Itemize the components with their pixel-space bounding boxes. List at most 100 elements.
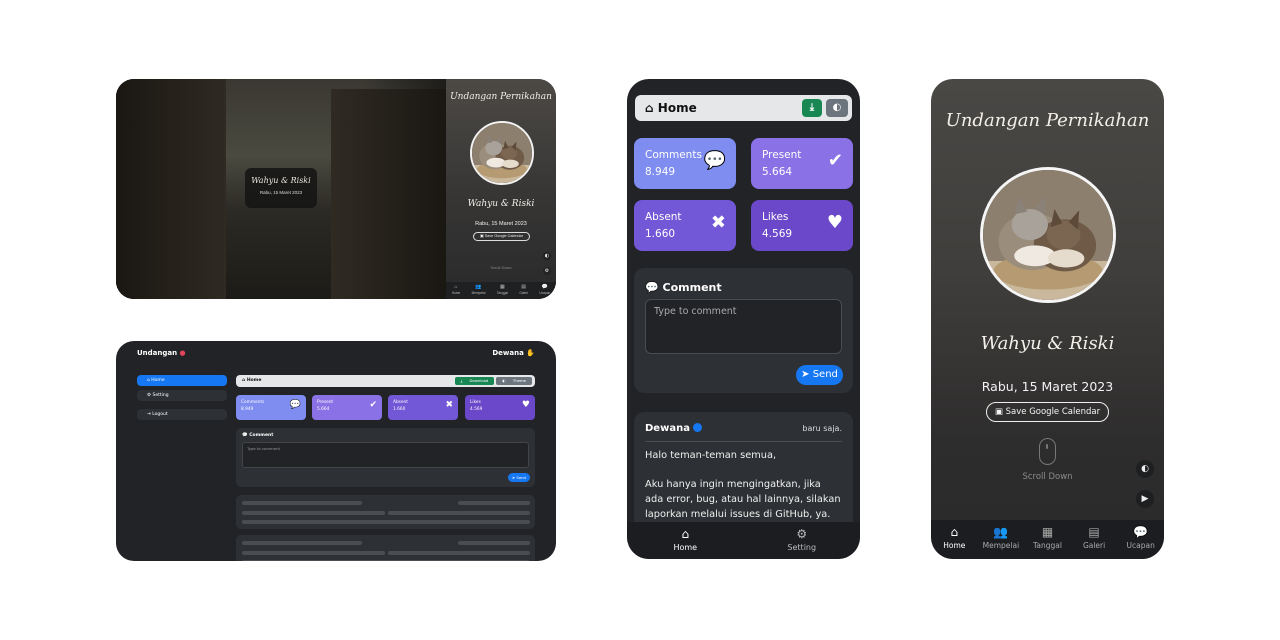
gear-icon: ⚙	[147, 393, 152, 398]
stat-card-present: Present 5.664 ✔	[312, 395, 382, 420]
gallery-icon: ▤	[521, 284, 526, 290]
nav-item-home[interactable]: ⌂ Home	[452, 282, 461, 299]
heart-icon: ♥	[521, 400, 530, 410]
send-button[interactable]: ➤ Send	[796, 365, 843, 385]
wave-icon: ✋	[526, 349, 535, 357]
download-icon: ⤓	[809, 102, 815, 113]
nav-item-galeri[interactable]: ▤ Galeri	[519, 282, 528, 299]
comment-input[interactable]: Type to comment	[242, 442, 529, 468]
stat-card-absent: Absent 1.660 ✖	[634, 200, 736, 251]
heart-icon: ♥	[826, 212, 843, 233]
nav-item-setting[interactable]: ⚙ Setting	[762, 522, 842, 559]
nav-item-ucapan[interactable]: 💬 Ucapan	[539, 282, 550, 299]
building-left	[116, 79, 226, 299]
bottom-nav: ⌂ Home 👥 Mempelai ▦ Tanggal ▤ Galeri 💬 Ucapan	[446, 282, 556, 299]
couple-names: Wahyu & Riski	[251, 176, 311, 185]
comment-skeleton	[236, 535, 535, 561]
comment-panel: 💬 Comment Type to comment ➤ Send	[236, 428, 535, 487]
comment-input[interactable]: Type to comment	[645, 299, 842, 354]
send-button[interactable]: ➤ Send	[508, 473, 530, 482]
x-circle-icon: ✖	[710, 212, 726, 233]
download-button[interactable]: ⤓ Download	[454, 377, 495, 385]
comment-label: 💬 Comment	[645, 281, 722, 294]
sidebar-item-home[interactable]: ⌂ Home	[137, 375, 227, 386]
topbar: ⌂ Home ⤓ ◐	[635, 95, 852, 121]
comments-icon: 💬	[1133, 525, 1149, 539]
scroll-down-hint: Scroll Down	[1022, 472, 1073, 482]
user-greeting: Dewana ✋	[492, 349, 535, 357]
comments-icon: 💬	[289, 400, 301, 410]
couple-photo	[980, 167, 1116, 303]
gallery-icon: ▤	[1088, 525, 1100, 539]
home-icon: ⌂	[454, 284, 458, 290]
settings-button[interactable]: ⚙	[543, 267, 551, 275]
theme-button[interactable]: ◐	[826, 99, 848, 117]
couple-names: Wahyu & Riski	[980, 333, 1115, 354]
nav-item-galeri[interactable]: ▤ Galeri	[1071, 520, 1117, 559]
send-icon: ➤	[801, 369, 810, 380]
nav-item-mempelai[interactable]: 👥 Mempelai	[472, 282, 486, 299]
contrast-icon: ◐	[544, 253, 550, 259]
sidebar-item-setting[interactable]: ⚙ Setting	[137, 390, 227, 401]
nav-item-home[interactable]: ⌂ Home	[645, 522, 725, 559]
stat-card-comments: Comments 8.949 💬	[236, 395, 306, 420]
calendar-icon: ▣	[994, 407, 1003, 417]
calendar-icon: ▣	[479, 234, 484, 238]
comment-icon: 💬	[242, 433, 248, 438]
contrast-icon: ◐	[1141, 464, 1149, 474]
home-icon: ⌂	[645, 101, 654, 115]
theme-toggle-button[interactable]: ◐	[543, 252, 551, 260]
desktop-dashboard-mockup: Undangan ● Dewana ✋ ⌂ Home ⚙ Setting ⇥ L…	[116, 341, 556, 561]
download-button[interactable]: ⤓	[802, 99, 822, 117]
building-right	[331, 89, 446, 299]
comments-icon: 💬	[541, 284, 548, 290]
x-circle-icon: ✖	[445, 400, 453, 410]
comment-panel: 💬 Comment Type to comment ➤ Send	[634, 268, 853, 393]
comments-icon: 💬	[703, 150, 726, 171]
home-icon: ⌂	[147, 378, 150, 383]
play-icon: ▶	[1141, 494, 1149, 504]
check-circle-icon: ✔	[827, 150, 843, 171]
theme-toggle-button[interactable]: ◐	[1136, 460, 1154, 478]
nav-item-home[interactable]: ⌂ Home	[931, 520, 977, 559]
brand: Undangan ●	[137, 349, 186, 357]
home-icon: ⌂	[950, 525, 959, 539]
comment-icon: 💬	[645, 281, 659, 294]
home-icon: ⌂	[681, 527, 690, 541]
bottom-nav: ⌂ Home 👥 Mempelai ▦ Tanggal ▤ Galeri 💬 Ucapan	[931, 520, 1164, 559]
scroll-down-hint: Scroll Down	[490, 265, 512, 270]
theme-button[interactable]: ◐ Theme	[496, 377, 532, 385]
wedding-date: Rabu, 15 Maret 2023	[981, 379, 1114, 394]
send-icon: ➤	[512, 475, 516, 480]
comment-skeleton	[236, 495, 535, 529]
post-time: baru saja.	[802, 424, 842, 433]
nav-item-tanggal[interactable]: ▦ Tanggal	[497, 282, 508, 299]
side-panel: Undangan Pernikahan Wahyu & Riski Rabu, …	[446, 79, 556, 299]
save-calendar-button[interactable]: ▣ Save Google Calendar	[986, 402, 1109, 422]
couple-names: Wahyu & Riski	[467, 199, 535, 209]
gear-icon: ⚙	[796, 527, 808, 541]
invitation-title: Undangan Pernikahan	[450, 92, 552, 102]
nav-item-tanggal[interactable]: ▦ Tanggal	[1024, 520, 1070, 559]
verified-icon	[692, 423, 702, 432]
desktop-landing-mockup: Wahyu & Riski Rabu, 15 Maret 2023 Undang…	[116, 79, 556, 299]
save-calendar-button[interactable]: ▣ Save Google Calendar	[473, 232, 530, 241]
mobile-landing-mockup: Undangan Pernikahan Wahyu & Riski Rabu, …	[931, 79, 1164, 559]
heart-icon: ●	[179, 349, 186, 357]
users-icon: 👥	[475, 284, 482, 290]
sidebar-item-logout[interactable]: ⇥ Logout	[137, 409, 227, 420]
music-play-button[interactable]: ▶	[1136, 490, 1154, 508]
mobile-dashboard-mockup: ⌂ Home ⤓ ◐ Comments 8.949 💬 Present 5.66…	[627, 79, 860, 559]
couple-date: Rabu, 15 Maret 2023	[259, 190, 303, 195]
download-icon: ⤓	[460, 378, 463, 383]
contrast-icon: ◐	[502, 378, 506, 383]
post-body-line: Aku hanya ingin mengingatkan, jika ada e…	[645, 479, 841, 520]
calendar-icon: ▦	[1041, 525, 1054, 539]
check-circle-icon: ✔	[369, 400, 377, 410]
nav-item-mempelai[interactable]: 👥 Mempelai	[978, 520, 1024, 559]
wedding-date: Rabu, 15 Maret 2023	[475, 221, 527, 227]
home-icon: ⌂	[242, 378, 246, 383]
stat-card-likes: Likes 4.569 ♥	[751, 200, 853, 251]
nav-item-ucapan[interactable]: 💬 Ucapan	[1118, 520, 1164, 559]
gear-icon: ⚙	[544, 268, 550, 274]
